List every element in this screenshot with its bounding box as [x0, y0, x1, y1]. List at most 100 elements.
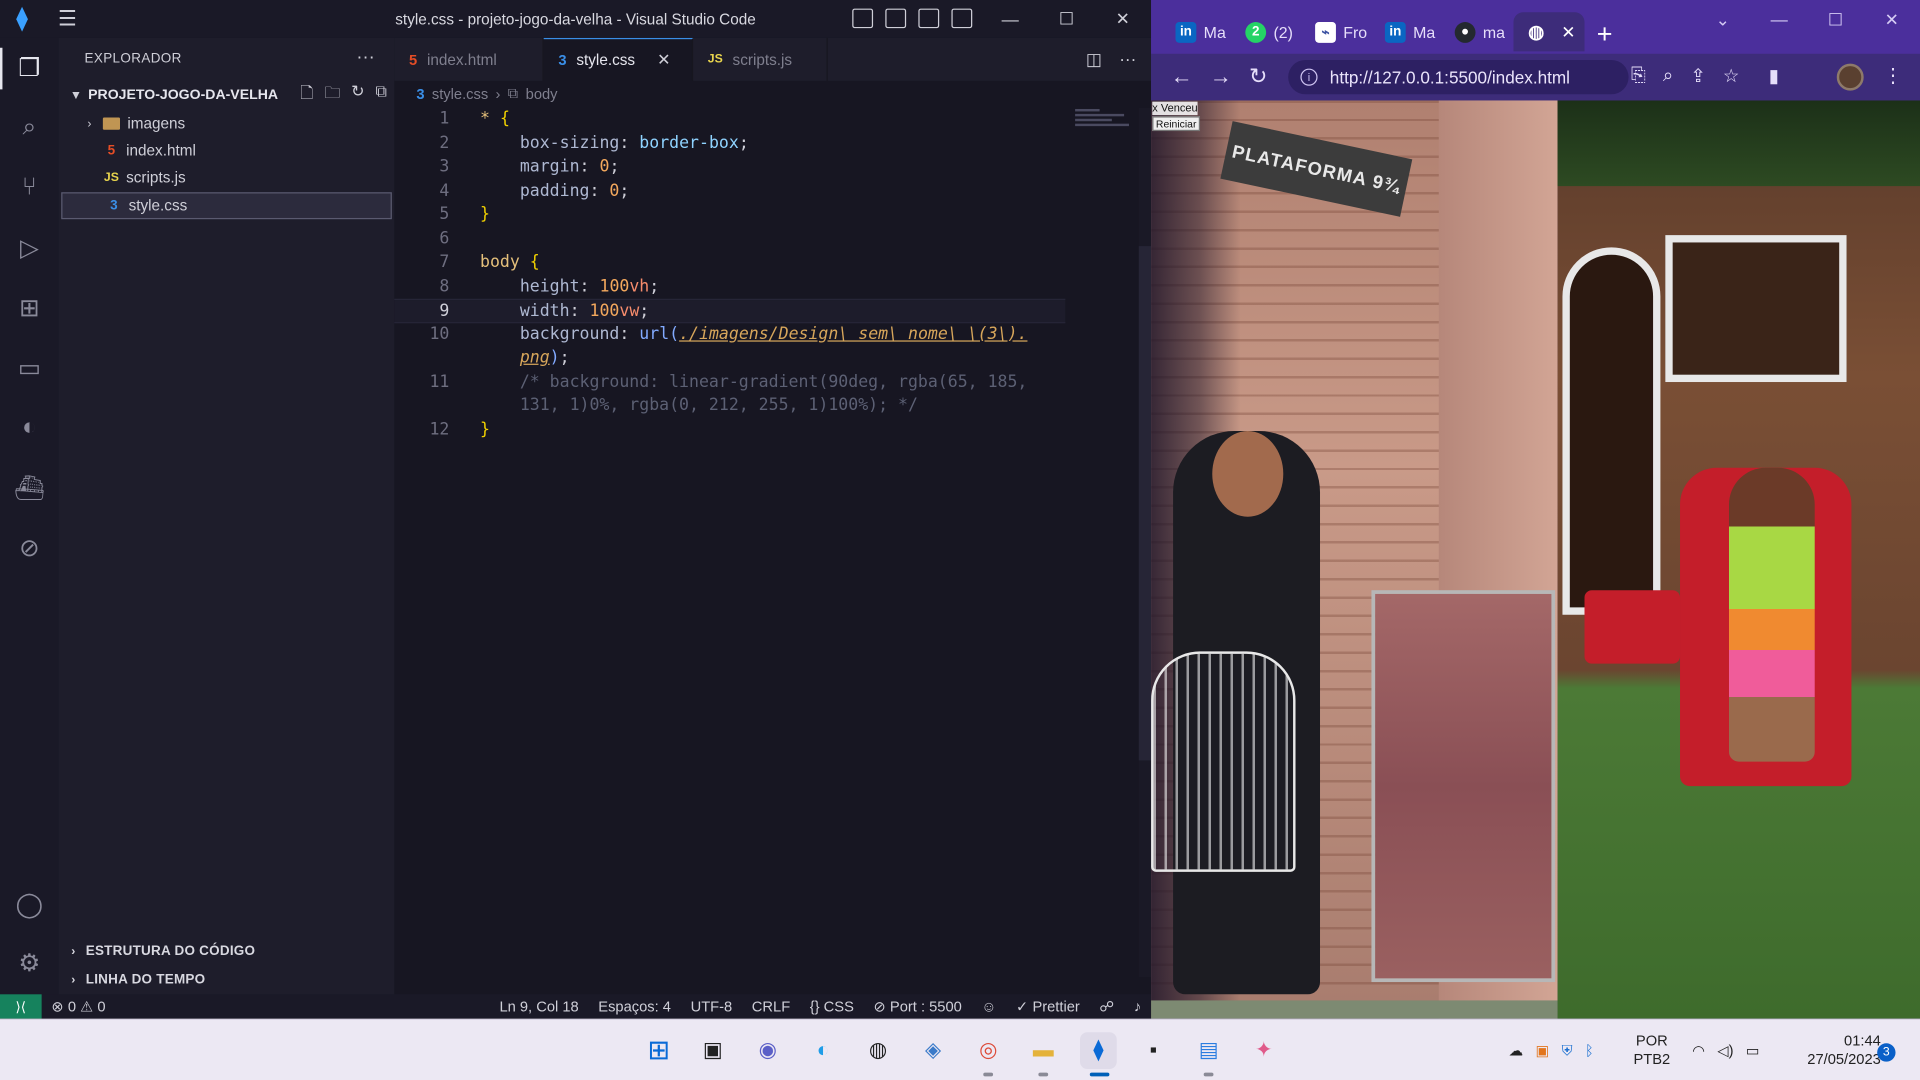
browser-tab[interactable]: ● ma	[1442, 12, 1511, 51]
input-language[interactable]: POR PTB2	[1624, 1032, 1680, 1069]
bookmark-star-icon[interactable]: ☆	[1723, 65, 1739, 87]
language-mode[interactable]: {} CSS	[800, 998, 864, 1015]
new-tab-icon[interactable]: +	[1597, 18, 1613, 50]
minimize-icon[interactable]: —	[982, 0, 1038, 38]
more-menu-icon[interactable]: ⋮	[1883, 64, 1903, 88]
tree-item-style-css[interactable]: 3 style.css	[61, 192, 392, 220]
browser-tab[interactable]: 2 (2)	[1233, 12, 1302, 51]
file-explorer-icon[interactable]: ▬	[1025, 1032, 1062, 1077]
remote-indicator-icon[interactable]: ⟩⟨	[0, 994, 42, 1019]
tree-item-index-html[interactable]: 5 index.html	[59, 137, 395, 164]
browser-tab[interactable]: ⌁ Fro	[1303, 12, 1372, 51]
end-of-line[interactable]: CRLF	[742, 998, 800, 1015]
live-server-port[interactable]: ⊘ Port : 5500	[864, 998, 972, 1015]
timeline-section[interactable]: › LINHA DO TEMPO	[59, 966, 395, 993]
network-app-icon[interactable]: ◈	[915, 1032, 952, 1069]
toggle-panel-icon[interactable]	[885, 8, 907, 29]
copilot-icon[interactable]: ☺	[972, 998, 1007, 1015]
reload-icon[interactable]: ↻	[1249, 64, 1267, 90]
close-icon[interactable]: ✕	[1864, 0, 1920, 39]
breadcrumb-symbol[interactable]: body	[526, 85, 558, 102]
new-folder-icon[interactable]: 🗀	[324, 82, 340, 109]
collapse-all-icon[interactable]: ⧉	[376, 82, 387, 109]
code-editor[interactable]: 1 * { 2 box-sizing: border-box; 3 margin:…	[394, 108, 1092, 442]
notifications-bell-icon[interactable]: ♪	[1124, 998, 1151, 1015]
terminal-icon[interactable]: ▪	[1135, 1032, 1172, 1069]
indentation[interactable]: Espaços: 4	[588, 998, 680, 1015]
docker-icon[interactable]: ⛴	[10, 468, 49, 507]
notification-badge[interactable]: 3	[1877, 1043, 1896, 1062]
breadcrumb-file[interactable]: style.css	[432, 85, 488, 102]
maximize-icon[interactable]: ☐	[1038, 0, 1094, 38]
close-tab-icon[interactable]: ✕	[1561, 21, 1575, 42]
source-control-icon[interactable]: ⑂	[10, 168, 49, 207]
customize-layout-icon[interactable]	[951, 8, 973, 29]
minimap[interactable]	[1075, 108, 1129, 136]
close-tab-icon[interactable]: ✕	[657, 50, 670, 70]
project-folder-header[interactable]: ▼ PROJETO-JOGO-DA-VELHA 🗋 🗀 ↻ ⧉	[59, 82, 395, 109]
profile-avatar[interactable]	[1836, 63, 1864, 91]
tab-style-css[interactable]: 3 style.css ✕	[543, 37, 694, 81]
tree-item-scripts-js[interactable]: JS scripts.js	[59, 164, 395, 191]
app-icon[interactable]: ◍	[860, 1032, 897, 1069]
run-debug-icon[interactable]: ▷	[10, 228, 49, 267]
toggle-secondary-sidebar-icon[interactable]	[918, 8, 940, 29]
extensions-icon[interactable]: ⊞	[10, 288, 49, 327]
outline-section[interactable]: › ESTRUTURA DO CÓDIGO	[59, 938, 395, 965]
site-info-icon[interactable]: i	[1300, 68, 1318, 86]
split-editor-icon[interactable]: ◫	[1086, 49, 1102, 70]
side-panel-icon[interactable]: ▮	[1769, 65, 1779, 87]
encoding[interactable]: UTF-8	[681, 998, 742, 1015]
new-file-icon[interactable]: 🗋	[300, 82, 313, 109]
notepad-icon[interactable]: ▤	[1190, 1032, 1227, 1077]
hamburger-menu-icon[interactable]: ☰	[44, 7, 91, 31]
task-view-icon[interactable]: ▣	[694, 1032, 731, 1069]
scrollbar-thumb[interactable]	[1138, 246, 1152, 761]
teams-chat-icon[interactable]: ◉	[749, 1032, 786, 1069]
windows-start-icon[interactable]: ⊞	[640, 1032, 677, 1069]
more-actions-icon[interactable]: ···	[1119, 49, 1136, 70]
git-graph-icon[interactable]: ⊘	[10, 528, 49, 567]
tab-scripts-js[interactable]: JS scripts.js	[693, 37, 828, 81]
close-icon[interactable]: ✕	[1095, 0, 1151, 38]
onedrive-icon[interactable]: ☁	[1509, 1042, 1524, 1059]
browser-tab[interactable]: in Ma	[1163, 12, 1232, 51]
share-icon[interactable]: ⇪	[1690, 65, 1705, 87]
tree-item-imagens[interactable]: › imagens	[59, 110, 395, 137]
maximize-icon[interactable]: ☐	[1807, 0, 1863, 39]
explorer-icon[interactable]: ❐	[10, 48, 49, 87]
accounts-icon[interactable]: ◯	[10, 884, 49, 923]
clock[interactable]: 01:44 27/05/2023	[1776, 1032, 1881, 1069]
security-icon[interactable]: ⛨	[1562, 1041, 1573, 1059]
edge-icon[interactable]: ◐	[804, 1032, 841, 1069]
vscode-icon[interactable]: ⧫	[1080, 1032, 1117, 1077]
minimize-icon[interactable]: —	[1751, 0, 1807, 39]
quick-settings[interactable]: ◠ ◁) ▭	[1692, 1020, 1759, 1080]
tab-search-icon[interactable]: ⌄	[1695, 0, 1751, 39]
bluetooth-icon[interactable]: ᛒ	[1585, 1042, 1594, 1059]
app-icon[interactable]: ✦	[1245, 1032, 1282, 1069]
address-bar[interactable]: i http://127.0.0.1:5500/index.html	[1288, 60, 1629, 95]
prettier-status[interactable]: ✓ Prettier	[1006, 998, 1089, 1015]
back-icon[interactable]: ←	[1171, 64, 1193, 90]
browser-tab-active[interactable]: ◍ ✕	[1513, 12, 1585, 52]
remote-explorer-icon[interactable]: ▭	[10, 348, 49, 387]
zoom-icon[interactable]: ⌕	[1663, 65, 1673, 87]
translate-icon[interactable]: ⎘	[1631, 65, 1646, 87]
browser-tab[interactable]: in Ma	[1373, 12, 1442, 51]
app-tray-icon[interactable]: ▣	[1536, 1042, 1550, 1059]
search-icon[interactable]: ⌕	[10, 108, 49, 147]
problems-indicator[interactable]: ⊗ 0 ⚠ 0	[42, 998, 116, 1015]
toggle-primary-sidebar-icon[interactable]	[852, 8, 874, 29]
cursor-position[interactable]: Ln 9, Col 18	[490, 998, 589, 1015]
editor-scrollbar[interactable]	[1138, 107, 1152, 978]
feedback-icon[interactable]: ☍	[1090, 998, 1124, 1015]
restart-button[interactable]: Reiniciar	[1152, 116, 1201, 132]
more-actions-icon[interactable]: ···	[356, 47, 374, 68]
forward-icon[interactable]: →	[1210, 64, 1232, 90]
edge-devtools-icon[interactable]: ◐	[10, 408, 49, 447]
refresh-icon[interactable]: ↻	[351, 82, 364, 109]
chrome-icon[interactable]: ◎	[970, 1032, 1007, 1077]
tab-index-html[interactable]: 5 index.html	[394, 37, 544, 81]
settings-gear-icon[interactable]: ⚙	[10, 943, 49, 982]
